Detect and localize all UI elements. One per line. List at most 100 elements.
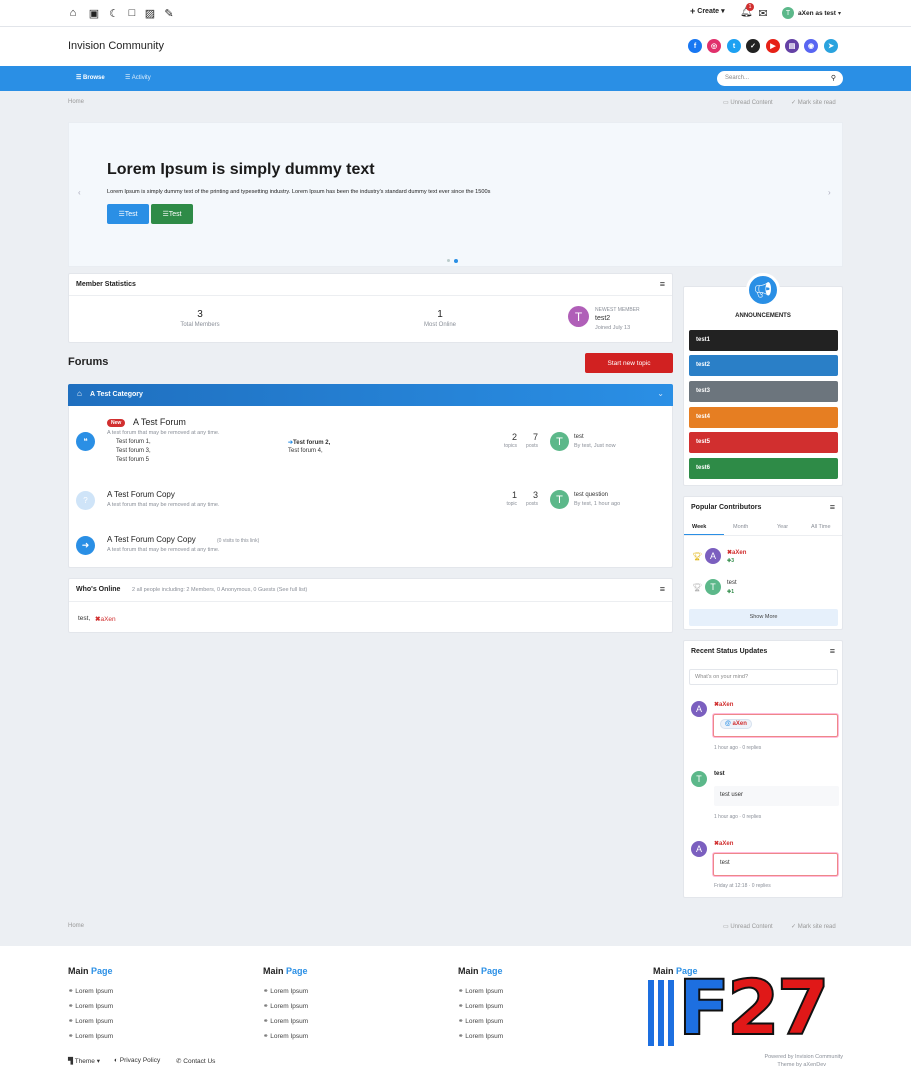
twitter-icon[interactable]: t: [727, 39, 741, 53]
status-input[interactable]: What's on your mind?: [689, 669, 838, 685]
youtube-icon[interactable]: ▶: [766, 39, 780, 53]
create-menu[interactable]: + Create ▾: [690, 6, 725, 16]
footer-link[interactable]: ⚭ Lorem Ipsum: [68, 1032, 113, 1040]
announcement-item[interactable]: test3: [689, 381, 838, 402]
forum-title[interactable]: A Test Forum: [133, 417, 186, 427]
footer-mark-read-link[interactable]: ✓ Mark site read: [791, 923, 836, 930]
footer-link[interactable]: ⚭ Lorem Ipsum: [68, 1002, 113, 1010]
status-author[interactable]: test: [714, 771, 725, 777]
powered-by[interactable]: Powered by Invision Community: [700, 1054, 843, 1060]
footer-link[interactable]: ⚭ Lorem Ipsum: [458, 987, 503, 995]
subforum-link[interactable]: Test forum 5: [116, 457, 149, 463]
menu-icon[interactable]: ≡: [660, 279, 665, 289]
category-header[interactable]: ⌂ A Test Category ⌄: [68, 384, 673, 406]
subforum-link[interactable]: Test forum 1,: [116, 439, 151, 445]
announcement-item[interactable]: test1: [689, 330, 838, 351]
footer-link[interactable]: ⚭ Lorem Ipsum: [458, 1002, 503, 1010]
status-author[interactable]: ✖aXen: [714, 840, 733, 847]
discord-icon[interactable]: ◉: [804, 39, 818, 53]
forum-title[interactable]: A Test Forum Copy Copy: [107, 535, 196, 544]
carousel-prev-icon[interactable]: ‹: [78, 188, 81, 197]
announcement-item[interactable]: test4: [689, 407, 838, 428]
footer-breadcrumb-home[interactable]: Home: [68, 923, 84, 929]
online-user[interactable]: test,: [78, 615, 90, 622]
announcement-item[interactable]: test2: [689, 355, 838, 376]
theme-selector[interactable]: ▜ Theme ▾: [68, 1057, 100, 1065]
nav-activity[interactable]: ☰ Activity: [125, 74, 151, 81]
last-post-title[interactable]: test: [574, 434, 584, 440]
privacy-policy-link[interactable]: ◐ Privacy Policy: [114, 1057, 160, 1064]
contributor-name[interactable]: ✖aXen: [727, 549, 746, 556]
announcement-item[interactable]: test6: [689, 458, 838, 479]
forum-title[interactable]: A Test Forum Copy: [107, 490, 175, 499]
status-avatar[interactable]: T: [691, 771, 707, 787]
search-input[interactable]: Search... ⚲: [717, 71, 843, 86]
newest-member-name[interactable]: test2: [595, 315, 610, 322]
tab-month[interactable]: Month: [733, 524, 748, 530]
status-author[interactable]: ✖aXen: [714, 701, 733, 708]
user-menu[interactable]: T aXen as test ▾: [782, 7, 841, 19]
footer-unread-link[interactable]: ▭ Unread Content: [723, 923, 773, 930]
subforum-link[interactable]: ➔Test forum 2,: [288, 439, 330, 446]
breadcrumb-home[interactable]: Home: [68, 99, 84, 105]
home-icon[interactable]: ⌂: [67, 7, 79, 19]
tab-year[interactable]: Year: [777, 524, 788, 530]
footer-link[interactable]: ⚭ Lorem Ipsum: [263, 1017, 308, 1025]
moon-icon[interactable]: ☾: [108, 7, 120, 20]
carousel-dot-1[interactable]: [447, 259, 450, 262]
subforum-link[interactable]: Test forum 3,: [116, 448, 151, 454]
menu-icon[interactable]: ≡: [830, 646, 835, 656]
hero-button-2[interactable]: ☰ Test: [151, 204, 193, 224]
category-title[interactable]: A Test Category: [90, 391, 143, 398]
status-avatar[interactable]: A: [691, 701, 707, 717]
chevron-down-icon[interactable]: ⌄: [657, 389, 664, 398]
menu-icon[interactable]: ≡: [660, 584, 665, 594]
footer-link[interactable]: ⚭ Lorem Ipsum: [68, 987, 113, 995]
announcement-item[interactable]: test5: [689, 432, 838, 453]
notifications-button[interactable]: 🔔︎ 1: [740, 3, 754, 19]
carousel-next-icon[interactable]: ›: [828, 188, 831, 197]
show-more-button[interactable]: Show More: [689, 609, 838, 626]
nav-browse[interactable]: ☰ Browse: [76, 74, 105, 81]
twitch-icon[interactable]: ▤: [785, 39, 799, 53]
footer-link[interactable]: ⚭ Lorem Ipsum: [458, 1017, 503, 1025]
last-poster-avatar[interactable]: T: [550, 490, 569, 509]
site-brand[interactable]: Invision Community: [68, 40, 164, 52]
last-poster-avatar[interactable]: T: [550, 432, 569, 451]
footer-link[interactable]: ⚭ Lorem Ipsum: [263, 1002, 308, 1010]
telegram-icon[interactable]: ➤: [824, 39, 838, 53]
instagram-icon[interactable]: ◎: [707, 39, 721, 53]
unread-content-link[interactable]: ▭ Unread Content: [723, 99, 773, 106]
brush-icon[interactable]: ✎: [163, 7, 175, 20]
theme-credit[interactable]: Theme by aXenDev: [700, 1062, 826, 1068]
tab-week[interactable]: Week: [692, 524, 706, 530]
carousel-dot-2[interactable]: [454, 259, 458, 263]
hero-button-1[interactable]: ☰ Test: [107, 204, 149, 224]
whos-online-summary[interactable]: 2 all people including: 2 Members, 0 Ano…: [132, 587, 307, 593]
footer-link[interactable]: ⚭ Lorem Ipsum: [263, 987, 308, 995]
contributor-name[interactable]: test: [727, 580, 737, 586]
last-post-title[interactable]: test question: [574, 492, 608, 498]
start-new-topic-button[interactable]: Start new topic: [585, 353, 673, 373]
menu-icon[interactable]: ≡: [830, 502, 835, 512]
id-card-icon[interactable]: ▣: [88, 7, 100, 20]
square-icon[interactable]: □: [126, 7, 138, 19]
contact-us-link[interactable]: ✆ Contact Us: [176, 1057, 215, 1065]
tab-all-time[interactable]: All Time: [811, 524, 831, 530]
status-avatar[interactable]: A: [691, 841, 707, 857]
contributor-avatar[interactable]: T: [705, 579, 721, 595]
footer-link[interactable]: ⚭ Lorem Ipsum: [263, 1032, 308, 1040]
facebook-icon[interactable]: f: [688, 39, 702, 53]
envelope-icon[interactable]: ✉: [757, 7, 769, 20]
footer-link[interactable]: ⚭ Lorem Ipsum: [68, 1017, 113, 1025]
subforum-link[interactable]: Test forum 4,: [288, 448, 323, 454]
mention-tag[interactable]: @ aXen: [720, 719, 752, 729]
newest-member-avatar[interactable]: T: [568, 306, 589, 327]
contributor-avatar[interactable]: A: [705, 548, 721, 564]
mark-read-link[interactable]: ✓ Mark site read: [791, 99, 836, 106]
search-icon[interactable]: ⚲: [831, 74, 836, 82]
footer-link[interactable]: ⚭ Lorem Ipsum: [458, 1032, 503, 1040]
image-icon[interactable]: ▨: [144, 7, 156, 20]
steam-icon[interactable]: ✓: [746, 39, 760, 53]
online-user[interactable]: ✖aXen: [95, 615, 116, 623]
